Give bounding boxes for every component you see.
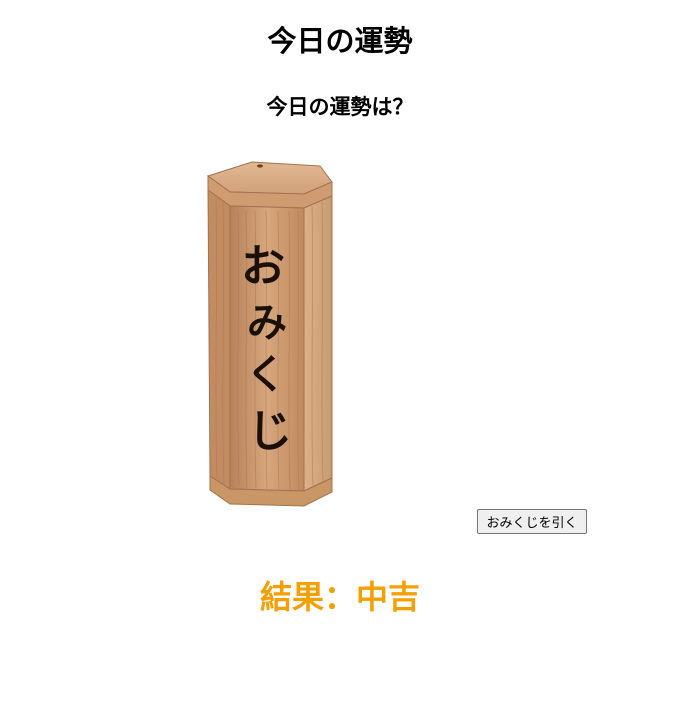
box-right <box>303 195 333 492</box>
box-left <box>207 189 231 490</box>
draw-omikuji-button[interactable]: おみくじを引く <box>477 509 587 534</box>
result-text: 結果：中吉 <box>0 572 680 618</box>
omikuji-page: 今日の運勢 今日の運勢は？ お み く じ おみくじを引く 結果：中吉 <box>0 0 690 713</box>
calligraphy-char-3: く <box>246 351 286 398</box>
box-hole <box>257 164 263 168</box>
result-value: 中吉 <box>356 578 421 616</box>
calligraphy-char-1: お <box>241 241 285 292</box>
calligraphy-char-2: み <box>247 299 287 346</box>
result-separator: ： <box>323 578 356 616</box>
result-label: 結果 <box>259 578 324 616</box>
calligraphy-char-4: じ <box>248 406 292 457</box>
page-subtitle: 今日の運勢は？ <box>266 95 414 119</box>
page-title: 今日の運勢 <box>267 24 413 58</box>
omikuji-box-icon: お み く じ <box>206 161 333 507</box>
